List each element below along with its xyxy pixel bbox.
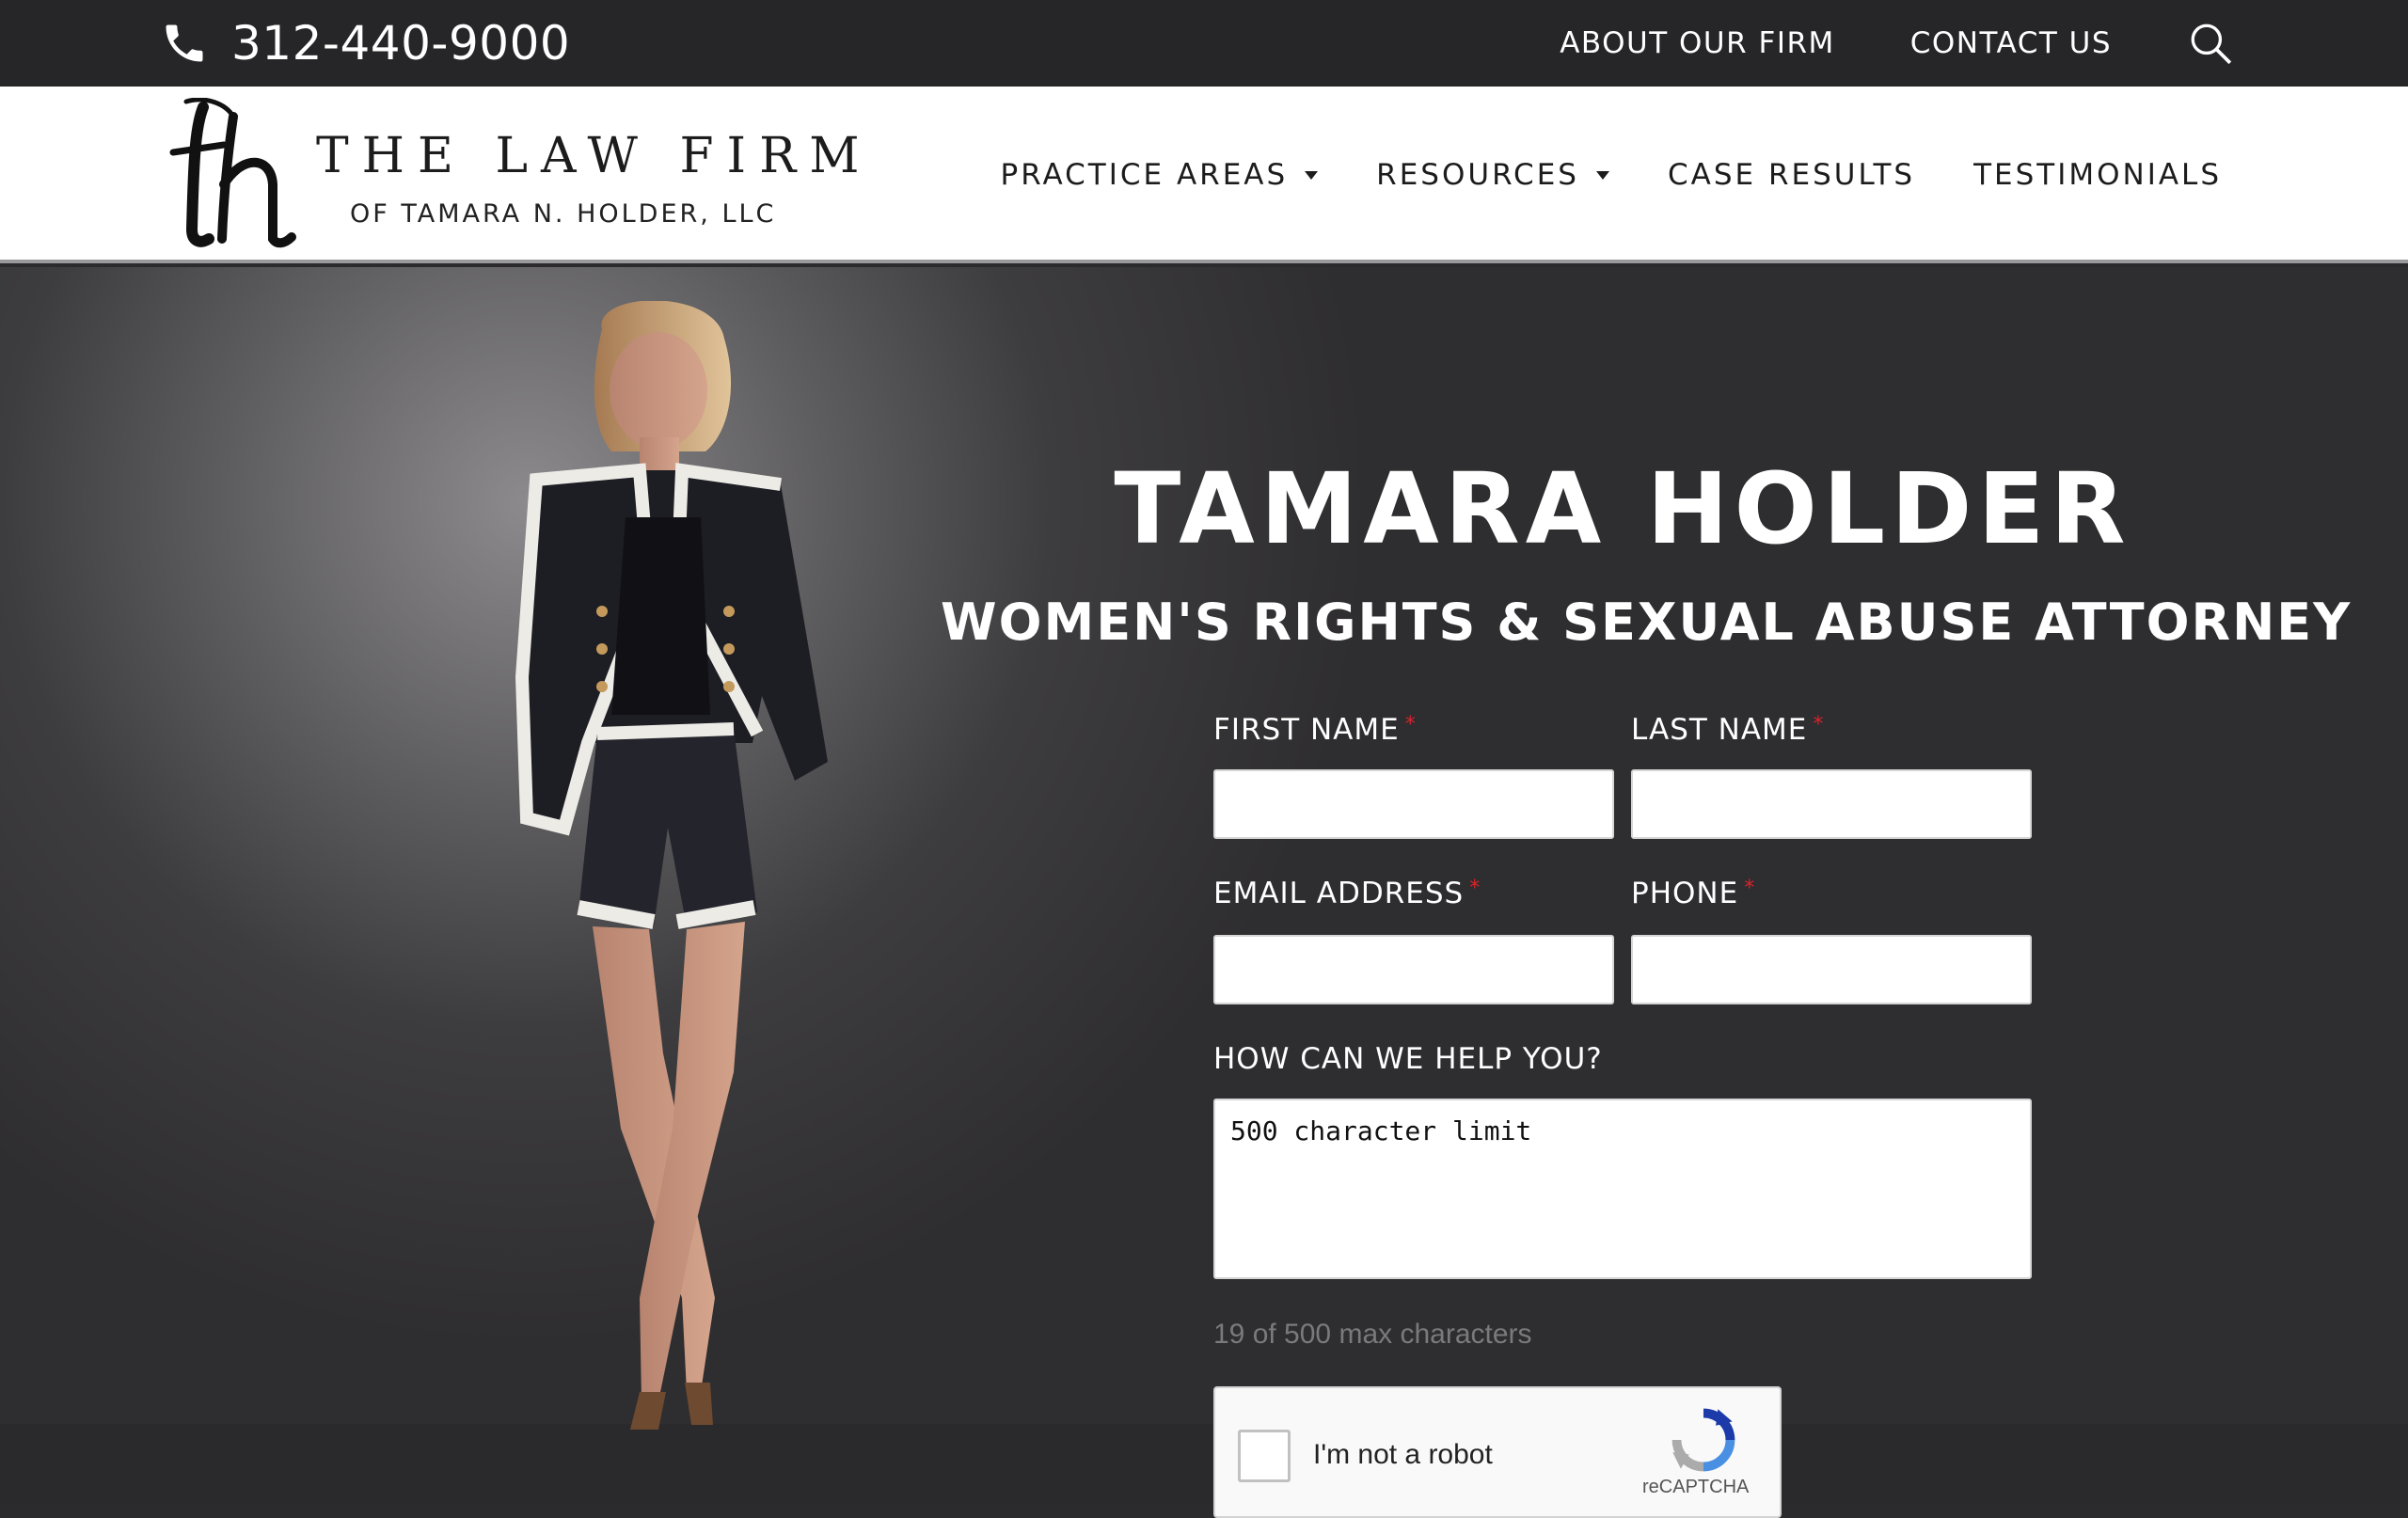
hero-bottom-band <box>0 1424 2408 1505</box>
search-icon[interactable] <box>2187 20 2234 67</box>
required-mark: * <box>1469 877 1481 900</box>
required-mark: * <box>1813 713 1825 736</box>
hero-title: TAMARA HOLDER <box>1114 451 2131 566</box>
required-mark: * <box>1404 713 1417 736</box>
required-mark: * <box>1744 877 1756 900</box>
top-links: ABOUT OUR FIRM CONTACT US <box>1560 19 2234 68</box>
nav-testimonials-label: TESTIMONIALS <box>1973 158 2222 192</box>
message-textarea[interactable]: 500 character limit <box>1213 1099 2032 1279</box>
nav-practice-areas-label: PRACTICE AREAS <box>1000 158 1289 192</box>
attorney-portrait-image <box>515 301 828 1430</box>
phone-link[interactable]: 312-440-9000 <box>160 13 570 73</box>
logo-monogram-icon <box>169 98 296 248</box>
recaptcha-checkbox[interactable] <box>1238 1430 1291 1482</box>
last-name-label-text: LAST NAME <box>1631 713 1808 747</box>
nav-case-results[interactable]: CASE RESULTS <box>1668 158 1915 192</box>
main-nav: PRACTICE AREAS RESOURCES CASE RESULTS TE… <box>1001 145 2223 205</box>
phone-label: PHONE * <box>1631 877 1755 910</box>
nav-testimonials[interactable]: TESTIMONIALS <box>1973 158 2222 192</box>
first-name-label: FIRST NAME * <box>1213 713 1417 747</box>
hero-section <box>0 267 2408 1424</box>
nav-resources[interactable]: RESOURCES <box>1376 158 1609 192</box>
about-our-firm-link[interactable]: ABOUT OUR FIRM <box>1560 26 1835 60</box>
nav-case-results-label: CASE RESULTS <box>1667 158 1916 192</box>
nav-practice-areas[interactable]: PRACTICE AREAS <box>1001 158 1319 192</box>
chevron-down-icon <box>1305 170 1319 180</box>
recaptcha-widget: I'm not a robot reCAPTCHA <box>1213 1386 1782 1518</box>
first-name-field[interactable] <box>1213 769 1614 839</box>
phone-number[interactable]: 312-440-9000 <box>231 16 570 71</box>
contact-us-link[interactable]: CONTACT US <box>1910 26 2112 60</box>
recaptcha-brand: reCAPTCHA <box>1642 1477 1750 1497</box>
hero-subtitle: WOMEN'S RIGHTS & SEXUAL ABUSE ATTORNEY <box>941 593 2353 652</box>
chevron-down-icon <box>1595 170 1609 180</box>
email-field[interactable] <box>1213 935 1614 1004</box>
logo-subtitle: OF TAMARA N. HOLDER, LLC <box>350 199 777 229</box>
last-name-field[interactable] <box>1631 769 2032 839</box>
email-address-label: EMAIL ADDRESS * <box>1213 877 1481 910</box>
recaptcha-logo-icon <box>1671 1408 1735 1472</box>
site-header: THE LAW FIRM OF TAMARA N. HOLDER, LLC PR… <box>0 87 2408 263</box>
nav-resources-label: RESOURCES <box>1376 158 1579 192</box>
phone-field[interactable] <box>1631 935 2032 1004</box>
logo-title: THE LAW FIRM <box>316 128 873 184</box>
message-label: HOW CAN WE HELP YOU? <box>1213 1042 1603 1076</box>
first-name-label-text: FIRST NAME <box>1213 713 1400 747</box>
firm-logo[interactable]: THE LAW FIRM OF TAMARA N. HOLDER, LLC <box>167 98 860 250</box>
character-counter: 19 of 500 max characters <box>1213 1319 1532 1350</box>
top-utility-bar: 312-440-9000 ABOUT OUR FIRM CONTACT US <box>0 0 2408 87</box>
phone-label-text: PHONE <box>1631 877 1739 910</box>
last-name-label: LAST NAME * <box>1631 713 1824 747</box>
email-address-label-text: EMAIL ADDRESS <box>1213 877 1465 910</box>
recaptcha-label: I'm not a robot <box>1313 1439 1493 1470</box>
phone-icon <box>166 24 203 62</box>
